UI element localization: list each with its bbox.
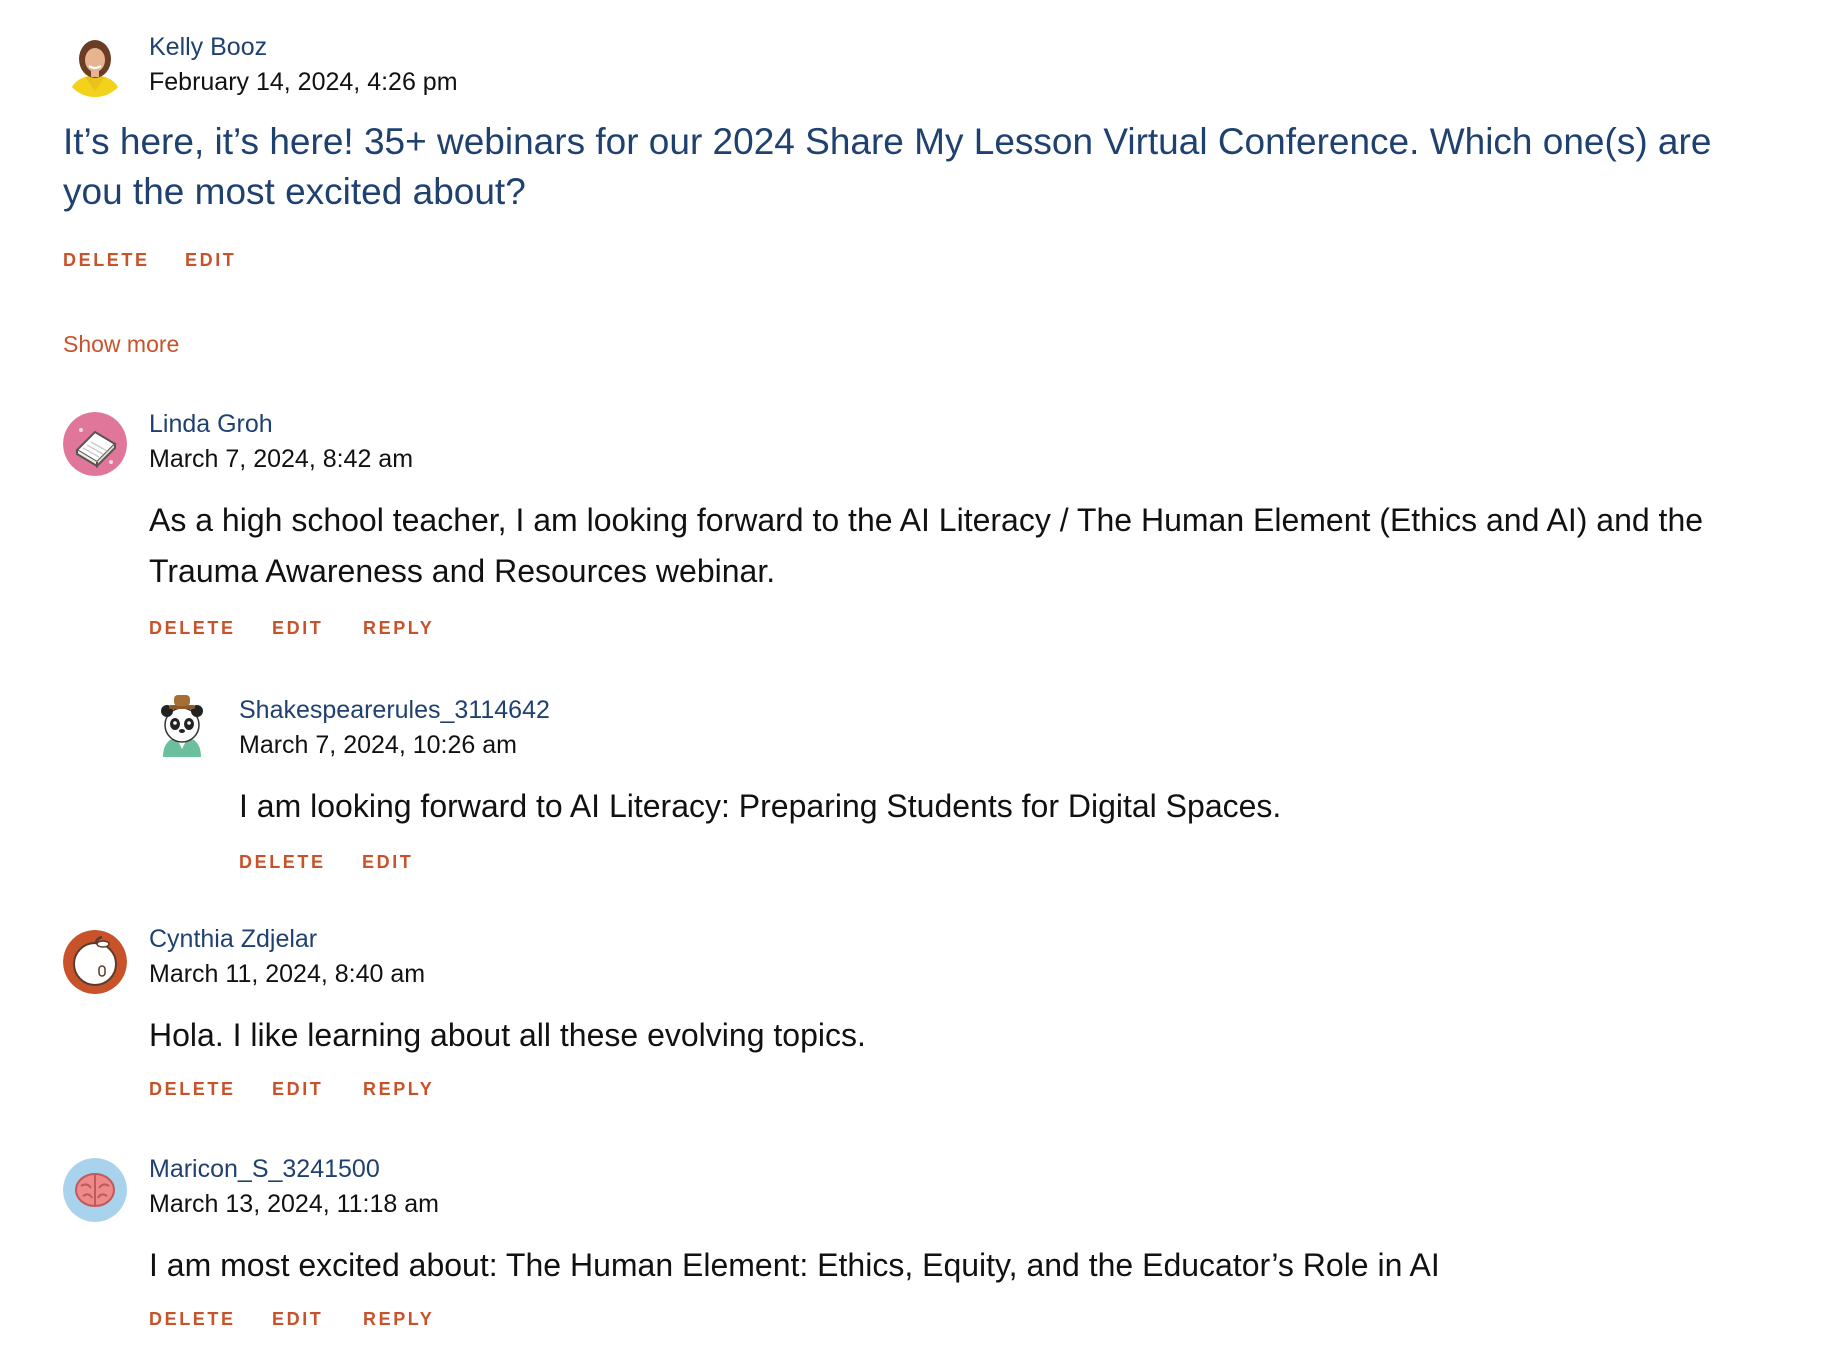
comment-delete-button[interactable]: DELETE [149, 1310, 236, 1328]
comment-reply-button[interactable]: REPLY [363, 1310, 434, 1328]
post-author[interactable]: Kelly Booz [149, 35, 267, 60]
reply-author[interactable]: Shakespearerules_3114642 [239, 698, 550, 723]
avatar-kelly-booz[interactable] [63, 33, 127, 97]
reply-edit-button[interactable]: EDIT [362, 853, 413, 871]
book-avatar-icon [63, 412, 127, 476]
reply-delete-button[interactable]: DELETE [239, 853, 326, 871]
apple-avatar-icon [63, 930, 127, 994]
comment-delete-button[interactable]: DELETE [149, 619, 236, 637]
comment-reply-button[interactable]: REPLY [363, 1080, 434, 1098]
avatar-linda-groh[interactable] [63, 412, 127, 476]
comment-delete-button[interactable]: DELETE [149, 1080, 236, 1098]
post-text: It’s here, it’s here! 35+ webinars for o… [63, 121, 1712, 212]
reply-text: I am looking forward to AI Literacy: Pre… [239, 788, 1282, 824]
comment-reply-button[interactable]: REPLY [363, 619, 434, 637]
comment-text: I am most excited about: The Human Eleme… [149, 1247, 1440, 1283]
reply-date: March 7, 2024, 10:26 am [239, 731, 517, 759]
avatar-maricon[interactable] [63, 1158, 127, 1222]
comment-author[interactable]: Maricon_S_3241500 [149, 1157, 380, 1182]
brain-avatar-icon [63, 1158, 127, 1222]
comment-text: Hola. I like learning about all these ev… [149, 1017, 866, 1053]
person-photo-icon [63, 33, 127, 97]
post-delete-button[interactable]: DELETE [63, 251, 150, 269]
post-date: February 14, 2024, 4:26 pm [149, 68, 458, 96]
comment-author[interactable]: Linda Groh [149, 412, 273, 437]
comment-edit-button[interactable]: EDIT [272, 1310, 323, 1328]
comment-date: March 7, 2024, 8:42 am [149, 445, 414, 473]
comment-date: March 13, 2024, 11:18 am [149, 1190, 439, 1218]
post-edit-button[interactable]: EDIT [185, 251, 236, 269]
comment-date: March 11, 2024, 8:40 am [149, 960, 426, 988]
show-more-link[interactable]: Show more [63, 333, 179, 356]
comment-text: As a high school teacher, I am looking f… [149, 502, 1704, 589]
avatar-cynthia-zdjelar[interactable] [63, 930, 127, 994]
panda-avatar-icon [161, 695, 203, 757]
comment-edit-button[interactable]: EDIT [272, 619, 323, 637]
comment-author[interactable]: Cynthia Zdjelar [149, 927, 317, 952]
avatar-shakespearerules[interactable] [155, 693, 209, 757]
comment-edit-button[interactable]: EDIT [272, 1080, 323, 1098]
